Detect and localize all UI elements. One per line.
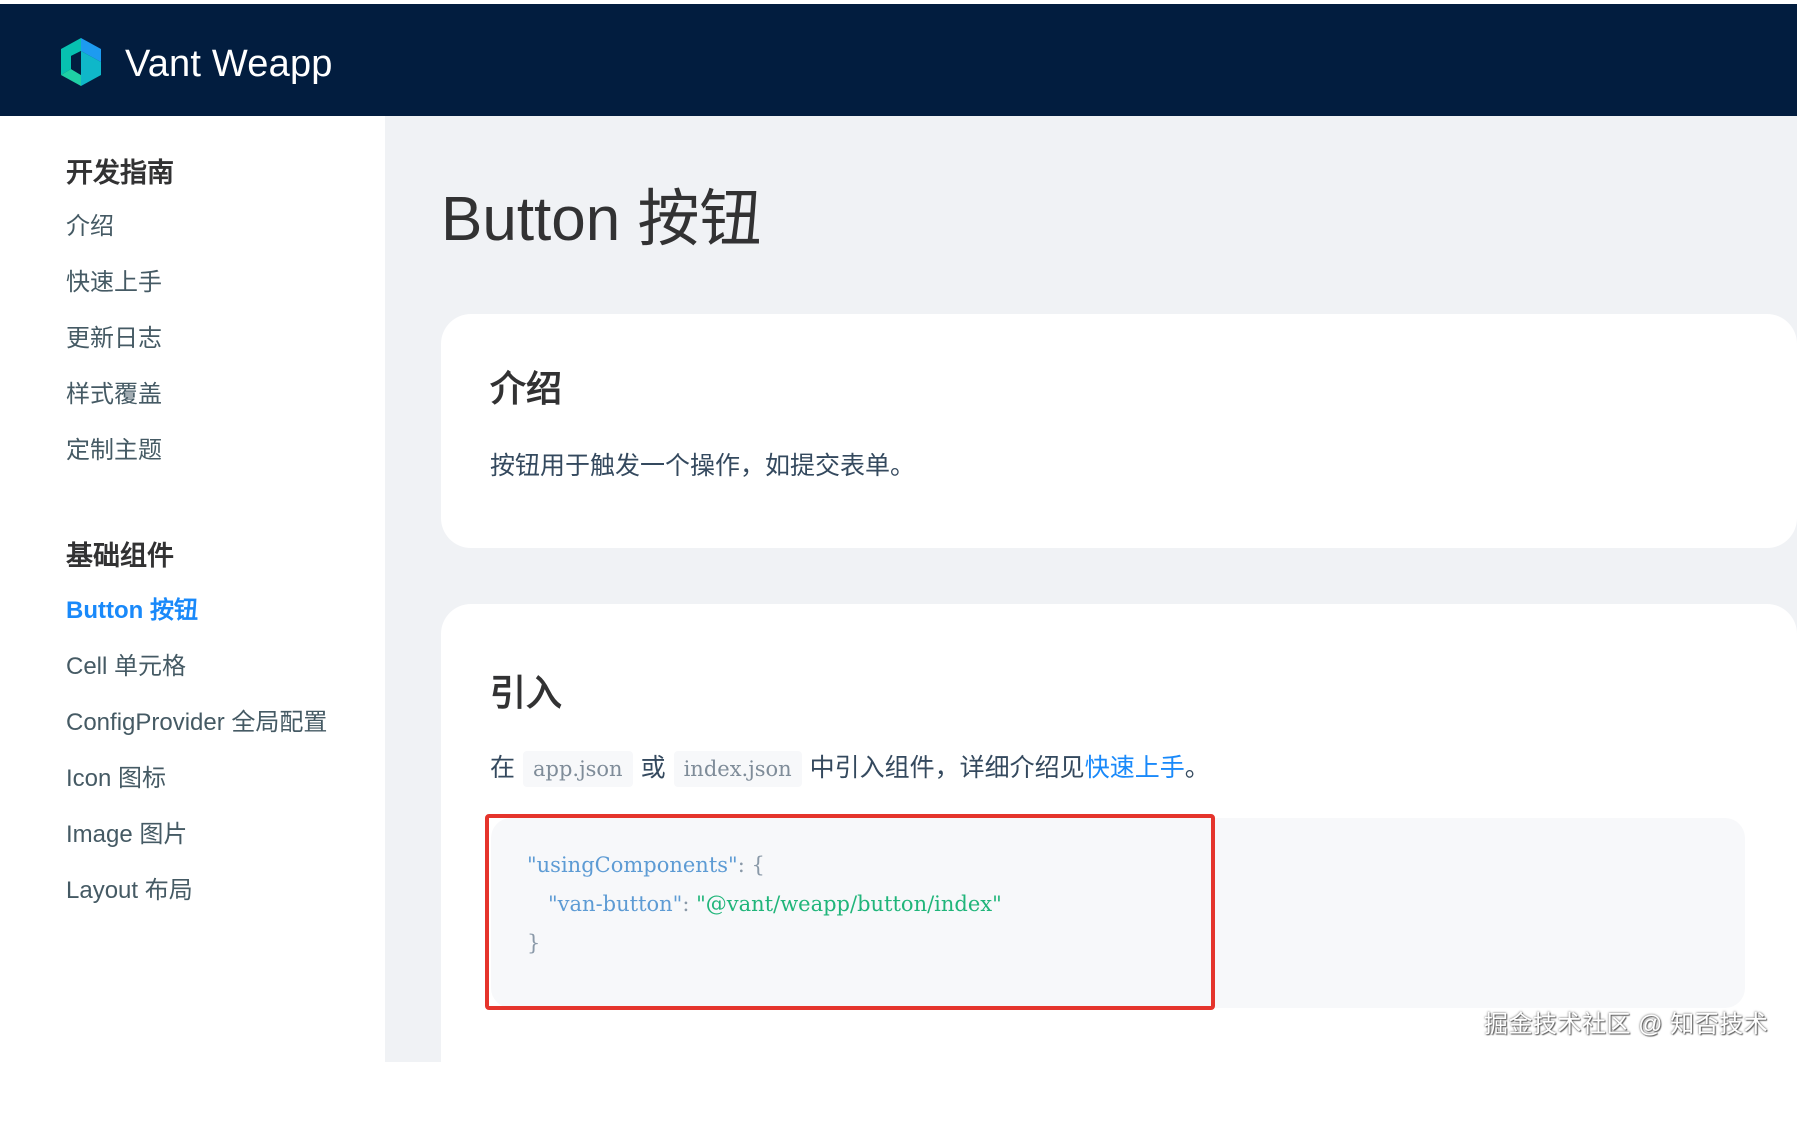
nav-item-cell[interactable]: Cell 单元格: [66, 651, 186, 683]
nav-item-image[interactable]: Image 图片: [66, 819, 187, 851]
nav-item-config-provider[interactable]: ConfigProvider 全局配置: [66, 707, 327, 739]
intro-card: 介绍 按钮用于触发一个操作，如提交表单。: [441, 314, 1797, 548]
section-heading: 引入: [490, 672, 563, 713]
nav-item-intro[interactable]: 介绍: [66, 211, 114, 243]
inline-code-app-json: app.json: [523, 751, 633, 787]
quickstart-link[interactable]: 快速上手: [1085, 754, 1185, 782]
nav-group-title: 开发指南: [66, 158, 174, 188]
import-description: 在 app.json 或 index.json 中引入组件，详细介绍见快速上手。: [490, 748, 1210, 788]
section-description: 按钮用于触发一个操作，如提交表单。: [490, 452, 916, 480]
sidebar-nav: 开发指南 介绍 快速上手 更新日志 样式覆盖 定制主题 基础组件 Button …: [0, 116, 385, 1062]
intro-prefix: 在: [490, 754, 516, 782]
nav-item-icon[interactable]: Icon 图标: [66, 763, 166, 795]
inline-code-index-json: index.json: [673, 751, 802, 787]
nav-item-style-override[interactable]: 样式覆盖: [66, 379, 162, 411]
nav-group-title: 基础组件: [66, 541, 174, 571]
highlight-annotation-box: [485, 814, 1215, 1010]
intro-suffix: 。: [1184, 754, 1210, 782]
section-heading: 介绍: [490, 368, 563, 409]
page-title: Button 按钮: [441, 185, 762, 254]
nav-item-quickstart[interactable]: 快速上手: [66, 267, 162, 299]
nav-item-layout[interactable]: Layout 布局: [66, 875, 193, 907]
nav-item-button[interactable]: Button 按钮: [66, 595, 198, 627]
nav-item-theme[interactable]: 定制主题: [66, 435, 162, 467]
nav-item-changelog[interactable]: 更新日志: [66, 323, 162, 355]
intro-or: 或: [640, 754, 666, 782]
intro-mid: 中引入组件，详细介绍见: [809, 754, 1085, 782]
top-header: Vant Weapp: [0, 4, 1797, 116]
brand-title[interactable]: Vant Weapp: [125, 40, 333, 88]
vant-logo-icon[interactable]: [58, 36, 104, 88]
watermark: 掘金技术社区 @ 知否技术: [1484, 1011, 1769, 1038]
